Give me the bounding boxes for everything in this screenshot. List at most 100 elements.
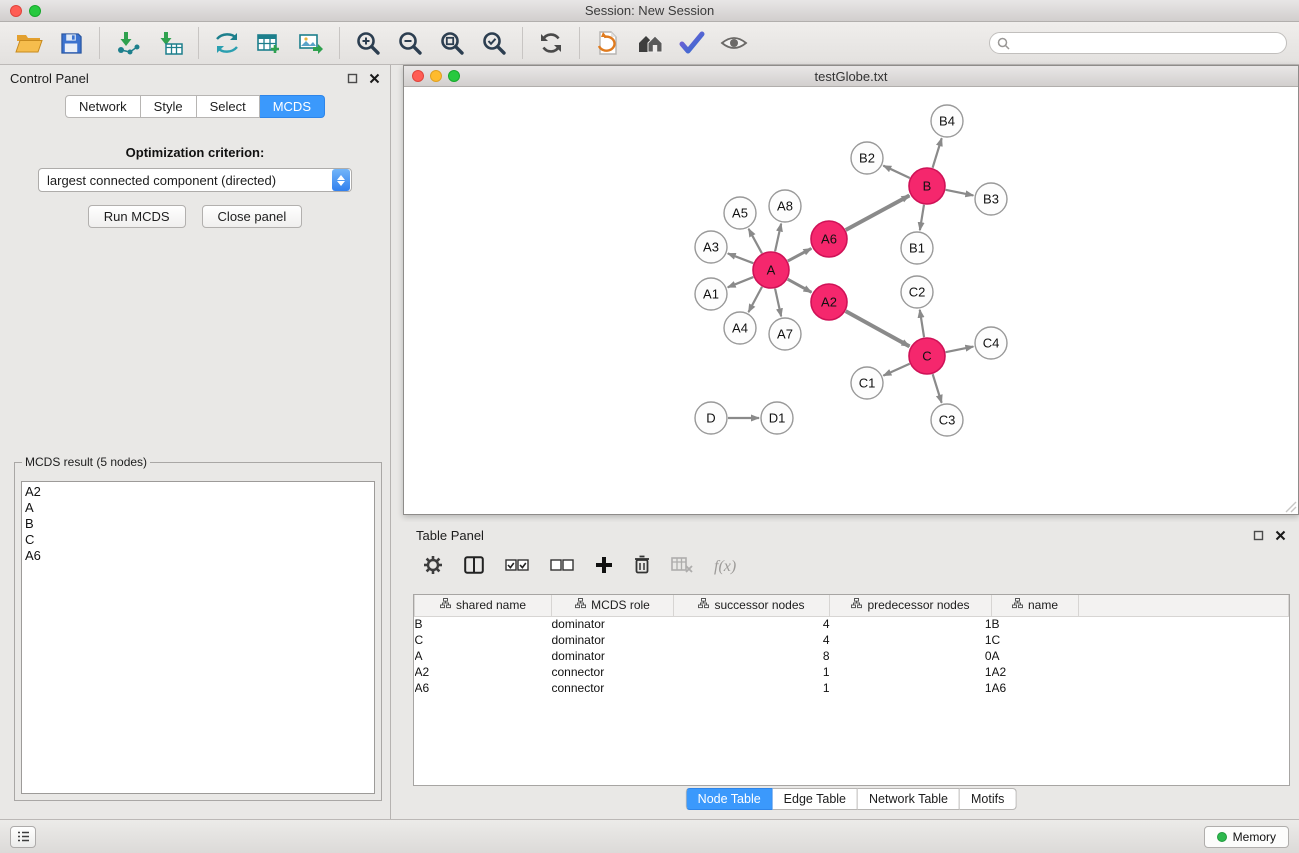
import-table-button[interactable] [149, 24, 191, 62]
node-table-container[interactable]: shared nameMCDS rolesuccessor nodesprede… [413, 594, 1290, 786]
tab-motifs[interactable]: Motifs [960, 788, 1016, 810]
open-recent-button[interactable] [587, 24, 629, 62]
result-item[interactable]: C [25, 532, 374, 548]
node-A4[interactable]: A4 [724, 312, 756, 344]
table-row[interactable]: A2connector11A2 [415, 664, 1289, 680]
edge-B-B2[interactable] [883, 166, 909, 178]
show-panels-button[interactable] [10, 826, 36, 848]
table-settings-button[interactable] [423, 555, 443, 580]
show-graphics-button[interactable] [713, 24, 755, 62]
network-canvas[interactable]: B4B2BB3B1A5A8A6A3AA1A2A4A7C2CC4C1C3DD1 [404, 88, 1298, 514]
validate-button[interactable] [671, 24, 713, 62]
column-header-successor-nodes[interactable]: successor nodes [674, 595, 830, 616]
node-B[interactable]: B [909, 168, 945, 204]
edge-C-C3[interactable] [933, 374, 942, 403]
node-C4[interactable]: C4 [975, 327, 1007, 359]
node-A[interactable]: A [753, 252, 789, 288]
close-window-button[interactable] [10, 5, 22, 17]
node-B1[interactable]: B1 [901, 232, 933, 264]
node-D1[interactable]: D1 [761, 402, 793, 434]
node-A5[interactable]: A5 [724, 197, 756, 229]
node-A1[interactable]: A1 [695, 278, 727, 310]
tab-node-table[interactable]: Node Table [686, 788, 773, 810]
node-B4[interactable]: B4 [931, 105, 963, 137]
column-header-name[interactable]: name [992, 595, 1079, 616]
node-C1[interactable]: C1 [851, 367, 883, 399]
criterion-select[interactable]: largest connected component (directed) [38, 168, 352, 192]
select-all-button[interactable] [505, 558, 529, 576]
result-item[interactable]: A2 [25, 484, 374, 500]
tab-edge-table[interactable]: Edge Table [773, 788, 858, 810]
node-A2[interactable]: A2 [811, 284, 847, 320]
edge-A-A4[interactable] [748, 287, 762, 312]
edge-A-A8[interactable] [775, 224, 781, 252]
table-row[interactable]: Cdominator41C [415, 632, 1289, 648]
edge-A6-B[interactable] [846, 196, 910, 230]
import-network-button[interactable] [107, 24, 149, 62]
save-session-button[interactable] [50, 24, 92, 62]
search-box[interactable] [989, 32, 1287, 54]
node-D[interactable]: D [695, 402, 727, 434]
network-window-title-bar[interactable]: testGlobe.txt [404, 66, 1298, 87]
edge-A-A1[interactable] [728, 277, 754, 287]
float-panel-icon[interactable] [347, 73, 358, 84]
edge-A-A5[interactable] [749, 229, 762, 253]
node-A6[interactable]: A6 [811, 221, 847, 257]
zoom-window-button[interactable] [29, 5, 41, 17]
node-A7[interactable]: A7 [769, 318, 801, 350]
column-header-shared-name[interactable]: shared name [415, 595, 552, 616]
result-item[interactable]: B [25, 516, 374, 532]
tab-network-table[interactable]: Network Table [858, 788, 960, 810]
edge-C-C4[interactable] [946, 347, 974, 353]
delete-table-button[interactable] [671, 556, 693, 579]
edge-A2-C[interactable] [846, 311, 910, 346]
tab-network[interactable]: Network [65, 95, 141, 118]
function-builder-button[interactable]: f(x) [714, 558, 736, 576]
run-mcds-button[interactable]: Run MCDS [88, 205, 186, 228]
close-table-panel-icon[interactable] [1275, 530, 1286, 541]
node-B2[interactable]: B2 [851, 142, 883, 174]
deselect-all-button[interactable] [550, 558, 574, 576]
table-row[interactable]: A6connector11A6 [415, 680, 1289, 696]
edge-C-C2[interactable] [920, 310, 924, 337]
network-close-button[interactable] [412, 70, 424, 82]
result-item[interactable]: A6 [25, 548, 374, 564]
network-table-button[interactable] [248, 24, 290, 62]
zoom-out-button[interactable] [389, 24, 431, 62]
edge-A-A3[interactable] [728, 253, 753, 263]
edge-B-B4[interactable] [933, 138, 942, 168]
edge-A-A2[interactable] [788, 279, 812, 292]
result-item[interactable]: A [25, 500, 374, 516]
node-C[interactable]: C [909, 338, 945, 374]
node-C2[interactable]: C2 [901, 276, 933, 308]
tab-select[interactable]: Select [197, 95, 260, 118]
add-column-button[interactable] [595, 556, 613, 579]
first-neighbors-button[interactable] [629, 24, 671, 62]
close-panel-icon[interactable] [369, 73, 380, 84]
zoom-selected-button[interactable] [473, 24, 515, 62]
node-A8[interactable]: A8 [769, 190, 801, 222]
show-columns-button[interactable] [464, 556, 484, 579]
apply-layout-button[interactable] [530, 24, 572, 62]
close-panel-button[interactable]: Close panel [202, 205, 303, 228]
resize-grip-icon[interactable] [1285, 501, 1297, 513]
float-table-panel-icon[interactable] [1253, 530, 1264, 541]
memory-button[interactable]: Memory [1204, 826, 1289, 848]
node-C3[interactable]: C3 [931, 404, 963, 436]
edge-C-C1[interactable] [883, 364, 909, 376]
edge-B-B3[interactable] [946, 190, 974, 196]
zoom-in-button[interactable] [347, 24, 389, 62]
table-row[interactable]: Adominator80A [415, 648, 1289, 664]
column-header-MCDS-role[interactable]: MCDS role [552, 595, 674, 616]
tab-style[interactable]: Style [141, 95, 197, 118]
combo-stepper-icon[interactable] [332, 169, 350, 191]
edge-A-A6[interactable] [788, 248, 812, 261]
zoom-fit-button[interactable] [431, 24, 473, 62]
edge-A-A7[interactable] [775, 289, 781, 317]
export-image-button[interactable] [290, 24, 332, 62]
delete-column-button[interactable] [634, 555, 650, 579]
tab-mcds[interactable]: MCDS [260, 95, 325, 118]
edge-B-B1[interactable] [920, 205, 924, 230]
table-row[interactable]: Bdominator41B [415, 616, 1289, 632]
node-B3[interactable]: B3 [975, 183, 1007, 215]
